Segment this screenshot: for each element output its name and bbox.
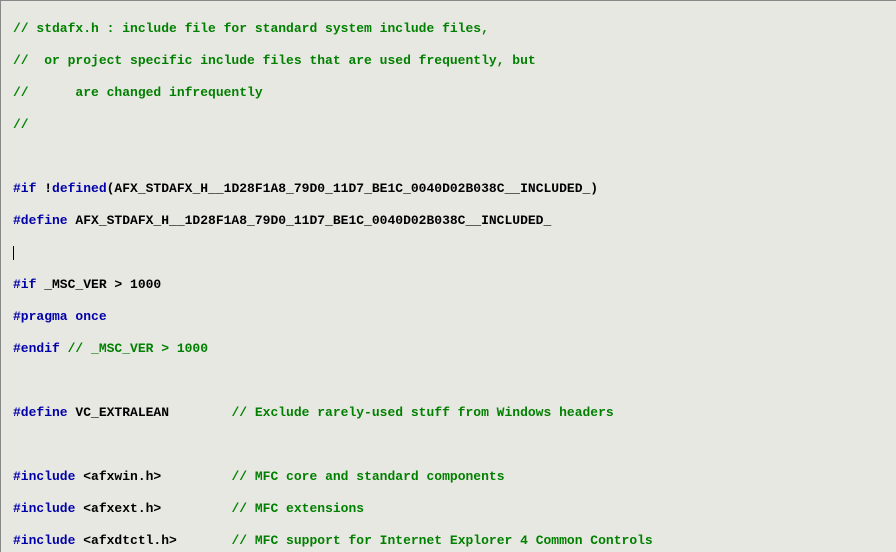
code-line: #if !defined(AFX_STDAFX_H__1D28F1A8_79D0… [13,181,896,197]
code-line: #endif // _MSC_VER > 1000 [13,341,896,357]
preproc-token: #if [13,181,36,196]
text-cursor [13,246,14,260]
code-text: ! [36,181,52,196]
comment-text: // are changed infrequently [13,85,263,100]
code-line: #if _MSC_VER > 1000 [13,277,896,293]
code-text: <afxext.h> [75,501,231,516]
code-line: // stdafx.h : include file for standard … [13,21,896,37]
code-line: // are changed infrequently [13,85,896,101]
code-line: #define VC_EXTRALEAN // Exclude rarely-u… [13,405,896,421]
code-line: // or project specific include files tha… [13,53,896,69]
code-text: <afxwin.h> [75,469,231,484]
code-line: // [13,117,896,133]
comment-text: // _MSC_VER > 1000 [60,341,208,356]
blank-line [13,373,896,389]
code-text: AFX_STDAFX_H__1D28F1A8_79D0_11D7_BE1C_00… [68,213,552,228]
blank-line [13,437,896,453]
preproc-token: #endif [13,341,60,356]
preproc-token: #include [13,469,75,484]
preproc-token: #include [13,533,75,548]
code-line: #include <afxdtctl.h> // MFC support for… [13,533,896,549]
code-line: #pragma once [13,309,896,325]
comment-text: // MFC core and standard components [231,469,504,484]
comment-text: // MFC support for Internet Explorer 4 C… [231,533,652,548]
preproc-token: #if [13,277,36,292]
comment-text: // [13,117,29,132]
code-line: #define AFX_STDAFX_H__1D28F1A8_79D0_11D7… [13,213,896,229]
code-text: (AFX_STDAFX_H__1D28F1A8_79D0_11D7_BE1C_0… [107,181,598,196]
comment-text: // stdafx.h : include file for standard … [13,21,489,36]
code-line: #include <afxext.h> // MFC extensions [13,501,896,517]
code-text: <afxdtctl.h> [75,533,231,548]
code-line [13,245,896,261]
preproc-token: #define [13,405,68,420]
code-text: _MSC_VER > 1000 [36,277,161,292]
keyword-token: defined [52,181,107,196]
preproc-token: #pragma once [13,309,107,324]
comment-text: // or project specific include files tha… [13,53,536,68]
blank-line [13,149,896,165]
comment-text: // MFC extensions [231,501,364,516]
code-text: VC_EXTRALEAN [68,405,232,420]
comment-text: // Exclude rarely-used stuff from Window… [231,405,613,420]
preproc-token: #include [13,501,75,516]
code-line: #include <afxwin.h> // MFC core and stan… [13,469,896,485]
code-editor[interactable]: // stdafx.h : include file for standard … [1,1,896,552]
preproc-token: #define [13,213,68,228]
